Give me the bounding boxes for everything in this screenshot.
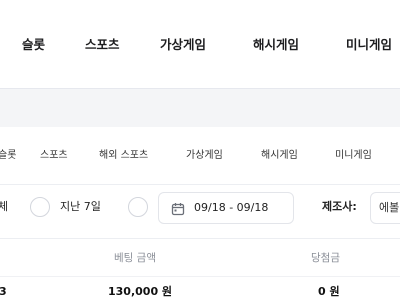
date-range-value: 09/18 - 09/18 xyxy=(194,201,269,214)
tab-slots[interactable]: 슬롯 xyxy=(0,149,16,163)
top-nav-item-mini-games[interactable]: 미니게임 xyxy=(346,37,392,53)
filter-all-label[interactable]: 체 xyxy=(0,200,8,214)
cell-win-amount: 0 원 xyxy=(318,285,340,298)
tab-sports[interactable]: 스포츠 xyxy=(40,149,68,163)
tab-virtual-games[interactable]: 가상게임 xyxy=(186,149,223,163)
maker-select[interactable]: 에볼 xyxy=(370,192,400,224)
top-navigation: 슬롯 스포츠 가상게임 해시게임 미니게임 xyxy=(0,0,400,88)
tab-overseas-sports[interactable]: 해외 스포츠 xyxy=(99,149,148,163)
top-nav-item-virtual-games[interactable]: 가상게임 xyxy=(160,37,206,53)
tab-hash-games[interactable]: 해시게임 xyxy=(261,149,298,163)
cell-id: 3 xyxy=(0,285,7,298)
maker-select-value: 에볼 xyxy=(379,201,400,214)
top-nav-item-slots[interactable]: 슬롯 xyxy=(22,37,45,53)
maker-label: 제조사: xyxy=(322,200,357,213)
top-nav-item-hash-games[interactable]: 해시게임 xyxy=(253,37,299,53)
page-header-band xyxy=(0,89,400,127)
tab-mini-games[interactable]: 미니게임 xyxy=(335,149,372,163)
column-header-win-amount: 당첨금 xyxy=(311,252,340,264)
radio-last-7-days[interactable] xyxy=(30,197,50,217)
calendar-icon xyxy=(171,203,185,216)
column-header-bet-amount: 베팅 금액 xyxy=(114,252,156,264)
cell-bet-amount: 130,000 원 xyxy=(108,285,173,298)
radio-custom-range[interactable] xyxy=(128,197,148,217)
top-nav-item-sports[interactable]: 스포츠 xyxy=(85,37,120,53)
table-header: 베팅 금액 당첨금 xyxy=(0,238,400,276)
filter-last-7-days-label[interactable]: 지난 7일 xyxy=(60,200,101,214)
date-range-button[interactable]: 09/18 - 09/18 xyxy=(158,192,294,224)
category-tabs: 슬롯 스포츠 해외 스포츠 가상게임 해시게임 미니게임 xyxy=(0,127,400,185)
table-row[interactable]: 3 130,000 원 0 원 xyxy=(0,276,400,300)
